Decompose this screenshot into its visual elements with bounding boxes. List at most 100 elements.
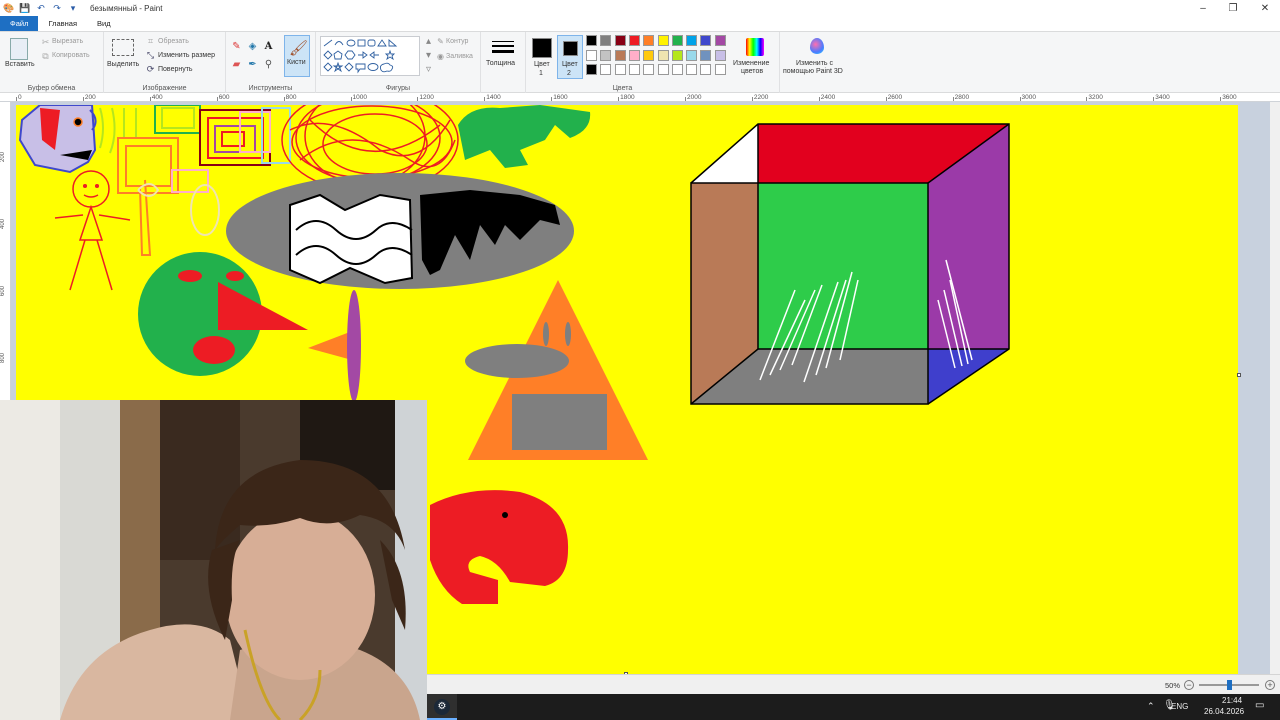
- palette-swatch[interactable]: [671, 64, 683, 75]
- ruler-tick-mark: [1153, 97, 1155, 101]
- palette-swatch[interactable]: [714, 49, 726, 61]
- canvas-resize-handle-right[interactable]: [1237, 373, 1241, 377]
- palette-swatch[interactable]: [628, 49, 640, 61]
- language-indicator[interactable]: ENG: [1171, 702, 1188, 711]
- rotate-button[interactable]: Повернуть: [158, 66, 193, 73]
- palette-swatch[interactable]: [643, 49, 655, 61]
- ruler-tick-mark: [1019, 97, 1021, 101]
- palette-swatch[interactable]: [700, 64, 712, 75]
- steam-taskbar-button[interactable]: ⚙: [427, 694, 457, 720]
- expand-gallery-icon[interactable]: ▿: [422, 63, 435, 76]
- color1-label-line1: Цвет: [534, 61, 550, 68]
- eraser-icon[interactable]: ▰: [230, 58, 243, 71]
- color2-button[interactable]: Цвет 2: [557, 35, 583, 79]
- palette-swatch[interactable]: [614, 64, 626, 75]
- select-icon[interactable]: [112, 39, 134, 56]
- palette-swatch[interactable]: [586, 49, 597, 61]
- palette-swatch[interactable]: [643, 64, 655, 75]
- tab-view[interactable]: Вид: [87, 16, 121, 31]
- palette-swatch[interactable]: [686, 35, 698, 46]
- paste-icon[interactable]: [10, 38, 28, 60]
- ruler-tick-mark: [952, 97, 954, 101]
- maximize-button[interactable]: ❐: [1218, 0, 1248, 16]
- close-button[interactable]: ✕: [1250, 0, 1280, 16]
- magnifier-icon[interactable]: ⚲: [262, 58, 275, 71]
- rotate-icon: ⟳: [146, 64, 155, 74]
- outline-button[interactable]: Контур: [446, 38, 468, 45]
- edit-colors-button[interactable]: Изменение цветов: [732, 37, 780, 81]
- palette-swatch[interactable]: [628, 35, 640, 46]
- palette-swatch[interactable]: [657, 49, 669, 61]
- palette-swatch[interactable]: [686, 49, 698, 61]
- undo-icon[interactable]: ↶: [34, 1, 48, 15]
- paste-button[interactable]: Вставить: [5, 61, 35, 68]
- palette-swatch[interactable]: [600, 35, 612, 46]
- palette-swatch[interactable]: [600, 64, 612, 75]
- shapes-gallery[interactable]: [320, 36, 420, 76]
- color-picker-icon[interactable]: ✒: [246, 58, 259, 71]
- size-button[interactable]: Толщина: [486, 60, 515, 67]
- tray-overflow-icon[interactable]: ⌃: [1147, 701, 1155, 712]
- paint3d-button[interactable]: Изменить с помощью Paint 3D: [780, 35, 856, 79]
- tab-file[interactable]: Файл: [0, 16, 39, 31]
- resize-button[interactable]: Изменить размер: [158, 52, 215, 59]
- notifications-icon[interactable]: ▭: [1255, 700, 1264, 711]
- pencil-icon[interactable]: ✎: [230, 40, 243, 53]
- customize-quick-access-icon[interactable]: ▾: [66, 1, 80, 15]
- palette-swatch[interactable]: [614, 49, 626, 61]
- fill-bucket-icon[interactable]: ◈: [246, 40, 259, 53]
- palette-swatch[interactable]: [686, 64, 698, 75]
- ruler-tick-mark: [618, 97, 620, 101]
- window-title: безымянный - Paint: [90, 3, 163, 13]
- color1-button[interactable]: Цвет 1: [529, 35, 555, 79]
- tab-home[interactable]: Главная: [38, 16, 87, 31]
- palette-swatch[interactable]: [600, 49, 612, 61]
- ruler-tick-mark: [216, 97, 218, 101]
- minimize-button[interactable]: –: [1188, 0, 1218, 16]
- ruler-tick-mark: [417, 97, 419, 101]
- fill-button[interactable]: Заливка: [446, 53, 473, 60]
- green-creature: [458, 105, 591, 168]
- cut-button[interactable]: Вырезать: [52, 38, 83, 45]
- save-icon[interactable]: 💾: [18, 1, 32, 15]
- zoom-in-button[interactable]: +: [1265, 680, 1275, 690]
- palette-swatch[interactable]: [657, 35, 669, 46]
- palette-swatch[interactable]: [700, 35, 712, 46]
- palette-swatch[interactable]: [586, 35, 597, 46]
- vertical-scrollbar[interactable]: [1270, 102, 1280, 678]
- palette-swatch[interactable]: [628, 64, 640, 75]
- palette-swatch[interactable]: [657, 64, 669, 75]
- zoom-slider-thumb[interactable]: [1226, 680, 1232, 690]
- brushes-button[interactable]: 🖌 Кисти: [284, 35, 310, 77]
- webcam-person-image: [0, 400, 427, 720]
- clock-time[interactable]: 21:44: [1222, 696, 1242, 705]
- edit-colors-label-line2: цветов: [741, 68, 764, 75]
- redo-icon[interactable]: ↷: [50, 1, 64, 15]
- tools-group: ✎ ◈ A ▰ ✒ ⚲ 🖌 Кисти Инструменты: [226, 32, 316, 93]
- zoom-out-button[interactable]: −: [1184, 680, 1194, 690]
- palette-swatch[interactable]: [714, 35, 726, 46]
- ruler-tick-label: 3400: [1155, 94, 1170, 101]
- vruler-tick-label: 400: [0, 218, 6, 229]
- ruler-tick-mark: [551, 97, 553, 101]
- crop-button[interactable]: Обрезать: [158, 38, 189, 45]
- color2-label-line1: Цвет: [562, 61, 578, 68]
- brush-icon: 🖌: [289, 40, 309, 57]
- palette-swatch[interactable]: [671, 35, 683, 46]
- palette-swatch[interactable]: [714, 64, 726, 75]
- ruler-tick-label: 1800: [620, 94, 635, 101]
- palette-swatch[interactable]: [614, 35, 626, 46]
- ruler-tick-mark: [350, 97, 352, 101]
- size-line-2: [492, 45, 514, 47]
- palette-swatch[interactable]: [586, 64, 597, 75]
- palette-swatch[interactable]: [671, 49, 683, 61]
- clock-date[interactable]: 26.04.2026: [1204, 707, 1244, 716]
- copy-button[interactable]: Копировать: [52, 52, 90, 59]
- select-button[interactable]: Выделить: [107, 61, 139, 68]
- palette-swatch[interactable]: [643, 35, 655, 46]
- color2-label-line2: 2: [567, 70, 571, 77]
- palette-swatch[interactable]: [700, 49, 712, 61]
- zoom-slider[interactable]: [1199, 680, 1259, 690]
- text-icon[interactable]: A: [262, 40, 275, 53]
- cut-icon: ✂: [41, 37, 50, 47]
